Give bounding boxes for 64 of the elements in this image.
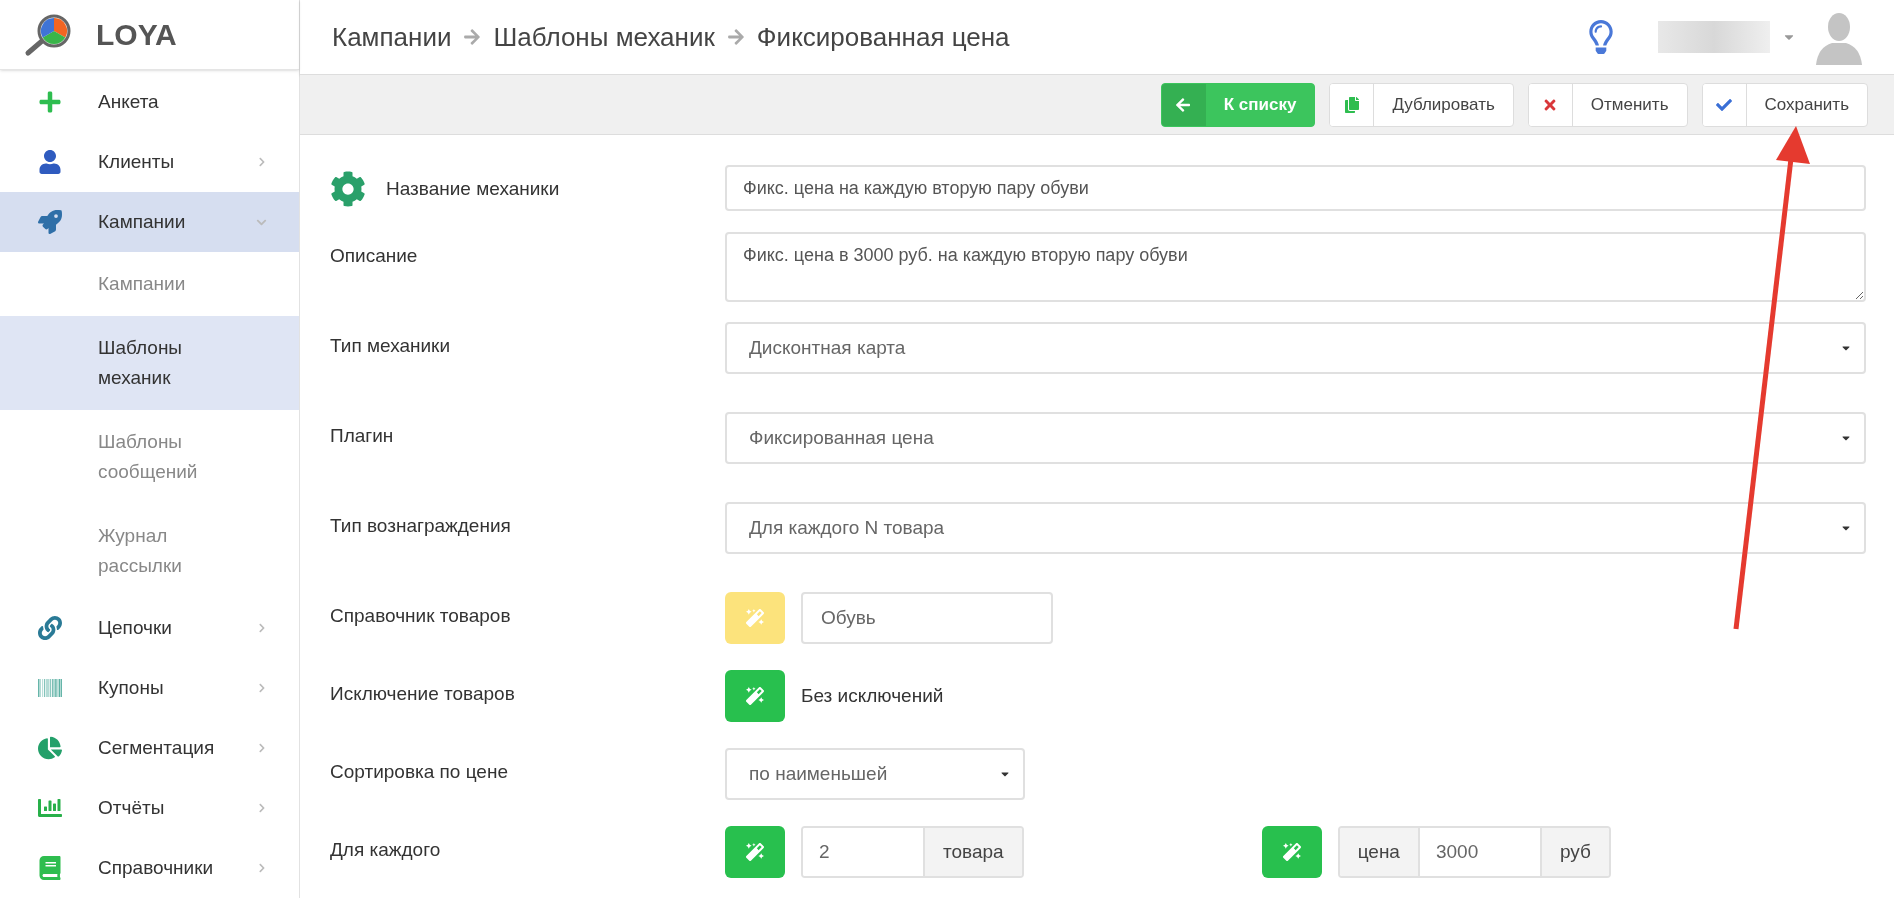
sidebar-item[interactable]: Сегментация [0, 718, 299, 778]
sidebar-item[interactable]: Купоны [0, 658, 299, 718]
sidebar-item[interactable]: Кампании [0, 192, 299, 252]
text-field[interactable]: Обувь [801, 592, 1053, 644]
field-label: Название механики [386, 177, 560, 201]
input-addon: цена [1339, 828, 1420, 876]
copy-icon [1343, 96, 1360, 113]
field-label: Тип механики [330, 334, 451, 358]
field-label: Плагин [330, 424, 394, 448]
magic-wand-icon [746, 609, 764, 627]
field-label: Для каждого [330, 838, 441, 862]
plus-icon [38, 90, 62, 114]
arrow-right-icon [463, 28, 482, 46]
magic-wand-icon [746, 843, 764, 861]
input-addon: товара [923, 828, 1022, 876]
magic-wand-icon [746, 687, 764, 705]
sidebar-subitem[interactable]: Журнал рассылки [0, 504, 299, 598]
field-label: Тип вознаграждения [330, 514, 511, 538]
sidebar-item[interactable]: Анкета [0, 72, 299, 132]
rocket-icon [38, 210, 62, 234]
save-button[interactable]: Сохранить [1701, 82, 1868, 127]
magic-wand-button[interactable] [725, 826, 785, 878]
magic-wand-button[interactable] [725, 592, 785, 644]
magic-wand-button[interactable] [725, 670, 785, 722]
duplicate-button[interactable]: Дублировать [1329, 82, 1514, 127]
arrow-left-icon [1175, 96, 1192, 113]
sidebar-item[interactable]: Клиенты [0, 132, 299, 192]
gear-icon [330, 171, 366, 207]
barcode-icon [38, 676, 62, 700]
value-text: Без исключений [801, 683, 944, 708]
chain-link-icon [38, 616, 62, 640]
select-field[interactable]: Дисконтная карта [725, 322, 1866, 374]
arrow-right-icon [726, 28, 745, 46]
magic-wand-icon [1282, 843, 1301, 861]
lightbulb-icon[interactable] [1588, 20, 1614, 54]
book-icon [38, 856, 62, 880]
sidebar-item[interactable]: Отчёты [0, 778, 299, 838]
sidebar-subitem[interactable]: Кампании [0, 252, 299, 316]
user-icon [38, 150, 62, 174]
input-group[interactable]: 2 товара [801, 826, 1024, 878]
breadcrumb: Фиксированная цена [756, 20, 1010, 54]
select-field[interactable]: Для каждого N товара [725, 502, 1866, 554]
breadcrumb[interactable]: Кампании [332, 17, 452, 57]
field-label: Описание [330, 244, 418, 268]
pie-chart-icon [38, 736, 62, 760]
breadcrumb[interactable]: Шаблоны механик [493, 17, 715, 57]
field-label: Исключение товаров [330, 682, 515, 706]
input-group[interactable]: цена 3000 руб [1337, 826, 1611, 878]
sidebar-item[interactable]: Справочники [0, 838, 299, 898]
select-field[interactable]: Фиксированная цена [725, 412, 1866, 464]
sidebar-item[interactable]: Цепочки [0, 598, 299, 658]
bar-chart-icon [38, 796, 62, 820]
select-field[interactable]: по наименьшей [725, 748, 1025, 800]
description-field[interactable]: Фикс. цена в 3000 руб. на каждую вторую пару обуви [725, 232, 1866, 302]
magic-wand-button[interactable] [1261, 826, 1322, 878]
field-label: Справочник товаров [330, 604, 511, 628]
text-field[interactable]: Фикс. цена на каждую вторую пару обуви [725, 165, 1866, 211]
field-label: Сортировка по цене [330, 760, 508, 784]
sidebar-subitem[interactable]: Шаблоны сообщений [0, 410, 299, 504]
sidebar-subitem[interactable]: Шаблоны механик [0, 316, 299, 410]
logo-text: LOYA [96, 17, 177, 53]
input-addon: руб [1539, 828, 1609, 876]
check-icon [1716, 96, 1732, 113]
cancel-button[interactable]: Отменить [1527, 82, 1688, 127]
